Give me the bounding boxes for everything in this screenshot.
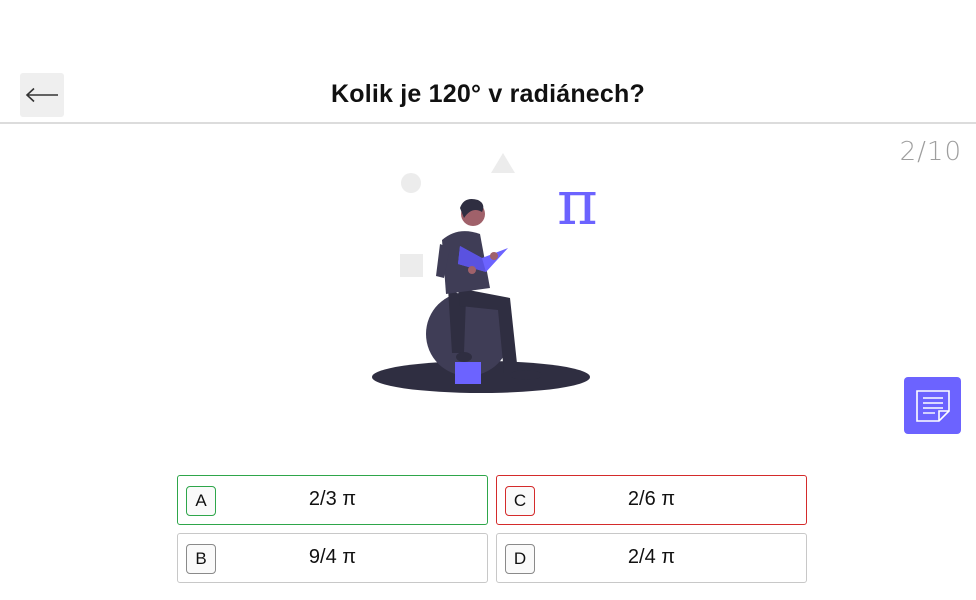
answer-letter: A — [186, 486, 216, 516]
answer-option-d[interactable]: D 2/4 π — [496, 533, 807, 583]
blue-block — [455, 362, 481, 384]
answer-letter: B — [186, 544, 216, 574]
notes-button[interactable] — [904, 377, 961, 434]
decor-circle — [401, 173, 421, 193]
question-title: Kolik je 120° v radiánech? — [331, 80, 645, 108]
answer-text: 9/4 π — [308, 546, 357, 568]
notes-icon — [915, 389, 950, 422]
progress-counter: 2/10 — [899, 137, 962, 167]
answer-text: 2/6 π — [627, 488, 676, 510]
answer-option-a[interactable]: A 2/3 π — [177, 475, 488, 525]
answer-letter: C — [505, 486, 535, 516]
quiz-header: Kolik je 120° v radiánech? — [0, 64, 976, 124]
answer-text: 2/3 π — [308, 488, 357, 510]
answer-text: 2/4 π — [627, 546, 676, 568]
answer-letter: D — [505, 544, 535, 574]
pi-symbol: π — [557, 166, 598, 239]
reading-person-illustration: π — [372, 153, 598, 393]
answer-option-c[interactable]: C 2/6 π — [496, 475, 807, 525]
answer-option-b[interactable]: B 9/4 π — [177, 533, 488, 583]
decor-triangle — [491, 153, 515, 173]
decor-square — [400, 254, 423, 277]
